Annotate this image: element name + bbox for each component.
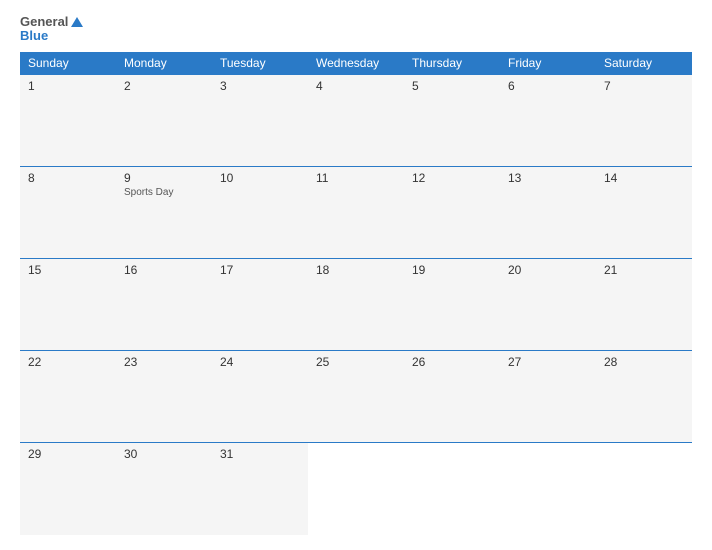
- day-number: 19: [412, 263, 492, 277]
- day-header-sunday: Sunday: [20, 52, 116, 75]
- day-cell: 18: [308, 258, 404, 350]
- day-cell: 7: [596, 74, 692, 166]
- day-number: 3: [220, 79, 300, 93]
- day-number: 9: [124, 171, 204, 185]
- day-header-thursday: Thursday: [404, 52, 500, 75]
- day-cell: 3: [212, 74, 308, 166]
- week-row-5: 29 30 31: [20, 443, 692, 535]
- calendar-header: General Blue: [20, 15, 692, 44]
- day-cell: [308, 443, 404, 535]
- day-cell: 8: [20, 166, 116, 258]
- calendar-table: SundayMondayTuesdayWednesdayThursdayFrid…: [20, 52, 692, 535]
- day-header-monday: Monday: [116, 52, 212, 75]
- day-number: 8: [28, 171, 108, 185]
- day-cell: 31: [212, 443, 308, 535]
- day-number: 11: [316, 171, 396, 185]
- day-cell: [596, 443, 692, 535]
- logo-general: General: [20, 15, 68, 29]
- holiday-label: Sports Day: [124, 187, 204, 198]
- day-number: 13: [508, 171, 588, 185]
- day-cell: 20: [500, 258, 596, 350]
- day-cell: [500, 443, 596, 535]
- day-cell: 9 Sports Day: [116, 166, 212, 258]
- week-row-2: 8 9 Sports Day 10 11 12 13 14: [20, 166, 692, 258]
- week-row-3: 15 16 17 18 19 20 21: [20, 258, 692, 350]
- day-header-wednesday: Wednesday: [308, 52, 404, 75]
- day-number: 2: [124, 79, 204, 93]
- day-number: 30: [124, 447, 204, 461]
- day-cell: 19: [404, 258, 500, 350]
- day-number: 12: [412, 171, 492, 185]
- day-cell: 17: [212, 258, 308, 350]
- day-number: 17: [220, 263, 300, 277]
- day-cell: 10: [212, 166, 308, 258]
- day-cell: 23: [116, 351, 212, 443]
- logo-triangle-icon: [71, 17, 83, 27]
- day-number: 1: [28, 79, 108, 93]
- day-cell: 26: [404, 351, 500, 443]
- day-number: 21: [604, 263, 684, 277]
- day-cell: 16: [116, 258, 212, 350]
- day-number: 23: [124, 355, 204, 369]
- day-header-row: SundayMondayTuesdayWednesdayThursdayFrid…: [20, 52, 692, 75]
- week-row-1: 1 2 3 4 5 6 7: [20, 74, 692, 166]
- day-cell: 21: [596, 258, 692, 350]
- day-number: 26: [412, 355, 492, 369]
- day-cell: 11: [308, 166, 404, 258]
- day-cell: 13: [500, 166, 596, 258]
- week-row-4: 22 23 24 25 26 27 28: [20, 351, 692, 443]
- day-cell: 5: [404, 74, 500, 166]
- day-number: 5: [412, 79, 492, 93]
- day-number: 24: [220, 355, 300, 369]
- day-cell: 4: [308, 74, 404, 166]
- day-cell: 12: [404, 166, 500, 258]
- logo-blue: Blue: [20, 29, 83, 43]
- logo: General Blue: [20, 15, 83, 44]
- day-number: 10: [220, 171, 300, 185]
- day-header-friday: Friday: [500, 52, 596, 75]
- day-number: 27: [508, 355, 588, 369]
- day-number: 22: [28, 355, 108, 369]
- day-cell: 29: [20, 443, 116, 535]
- day-cell: 14: [596, 166, 692, 258]
- day-cell: 15: [20, 258, 116, 350]
- day-number: 25: [316, 355, 396, 369]
- day-cell: 1: [20, 74, 116, 166]
- day-cell: [404, 443, 500, 535]
- day-number: 31: [220, 447, 300, 461]
- day-number: 4: [316, 79, 396, 93]
- day-number: 16: [124, 263, 204, 277]
- day-cell: 25: [308, 351, 404, 443]
- day-number: 28: [604, 355, 684, 369]
- day-cell: 27: [500, 351, 596, 443]
- day-cell: 2: [116, 74, 212, 166]
- calendar-container: General Blue SundayMondayTuesdayWednesda…: [0, 0, 712, 550]
- day-cell: 30: [116, 443, 212, 535]
- day-cell: 22: [20, 351, 116, 443]
- day-cell: 28: [596, 351, 692, 443]
- day-number: 14: [604, 171, 684, 185]
- day-number: 20: [508, 263, 588, 277]
- day-number: 18: [316, 263, 396, 277]
- day-number: 15: [28, 263, 108, 277]
- day-cell: 6: [500, 74, 596, 166]
- day-cell: 24: [212, 351, 308, 443]
- day-number: 29: [28, 447, 108, 461]
- day-header-tuesday: Tuesday: [212, 52, 308, 75]
- day-number: 7: [604, 79, 684, 93]
- day-number: 6: [508, 79, 588, 93]
- day-header-saturday: Saturday: [596, 52, 692, 75]
